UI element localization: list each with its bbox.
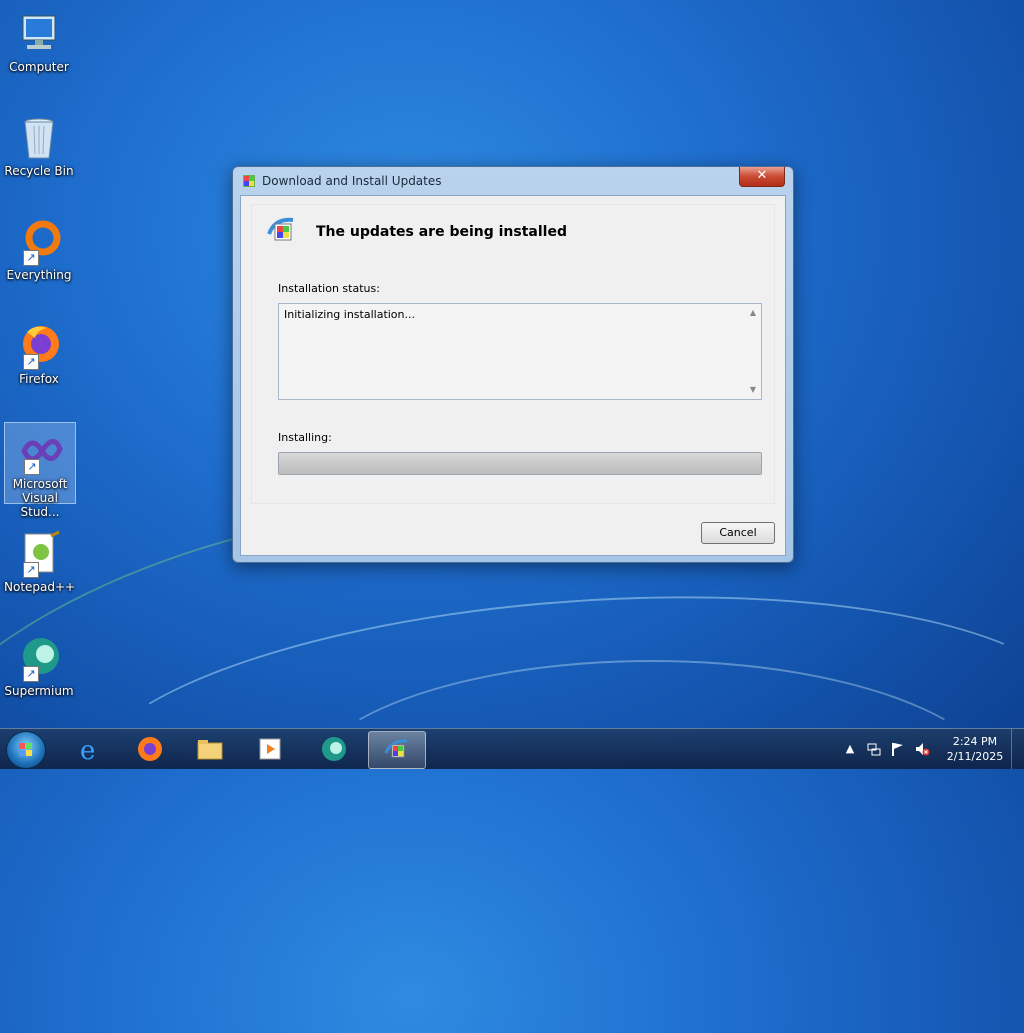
taskbar-clock[interactable]: 2:24 PM 2/11/2025	[940, 734, 1010, 764]
install-progress-bar	[278, 452, 762, 475]
show-desktop-button[interactable]	[1011, 729, 1024, 769]
desktop-icon-label: Computer	[9, 60, 69, 74]
firefox-icon: ↗	[15, 322, 63, 370]
desktop-icon-recycle-bin[interactable]: Recycle Bin	[4, 110, 74, 179]
computer-icon	[15, 10, 63, 58]
desktop-icon-label: Recycle Bin	[4, 164, 74, 178]
desktop-icon-computer[interactable]: Computer	[4, 6, 74, 75]
notepad-plus-plus-icon: ↗	[15, 530, 63, 578]
installation-status-label: Installation status:	[278, 282, 380, 295]
installation-status-text: Initializing installation...	[284, 308, 416, 321]
installation-status-box[interactable]: Initializing installation... ▲ ▼	[278, 303, 762, 400]
desktop-icon-label: Firefox	[19, 372, 59, 386]
desktop-icon-label: Everything	[6, 268, 72, 282]
taskbar-file-explorer[interactable]	[182, 731, 238, 767]
desktop-icon-label: Notepad++	[4, 580, 76, 594]
firefox-icon	[136, 735, 164, 763]
cancel-button[interactable]: Cancel	[701, 522, 775, 544]
windows-update-icon	[241, 173, 257, 189]
shortcut-arrow-icon: ↗	[23, 666, 39, 682]
dialog-heading: The updates are being installed	[316, 224, 567, 240]
visual-studio-icon: ↗	[16, 427, 64, 475]
dialog-title: Download and Install Updates	[262, 174, 442, 188]
svg-text:e: e	[80, 736, 95, 763]
scroll-down-icon[interactable]: ▼	[745, 383, 761, 397]
everything-icon: ↗	[15, 218, 63, 266]
clock-time: 2:24 PM	[952, 735, 998, 748]
desktop-icon-label: Supermium	[4, 684, 74, 698]
supermium-icon	[320, 735, 348, 763]
shortcut-arrow-icon: ↗	[24, 459, 40, 475]
action-center-flag-icon[interactable]	[890, 741, 906, 757]
shortcut-arrow-icon: ↗	[23, 250, 39, 266]
media-player-icon	[256, 735, 284, 763]
windows-logo-icon	[19, 743, 33, 757]
install-progress-fill	[279, 453, 761, 474]
windows-update-large-icon	[265, 214, 299, 248]
wallpaper-swoosh	[300, 660, 1004, 924]
start-button[interactable]	[6, 731, 46, 769]
installing-label: Installing:	[278, 431, 332, 444]
desktop-icon-supermium[interactable]: ↗ Supermium	[4, 630, 74, 699]
desktop-icon-visual-studio[interactable]: ↗ Microsoft Visual Stud...	[4, 422, 76, 519]
close-button[interactable]: ✕	[739, 167, 785, 187]
taskbar-firefox[interactable]	[122, 731, 178, 767]
shortcut-arrow-icon: ↗	[23, 562, 39, 578]
volume-muted-icon[interactable]	[914, 741, 930, 757]
update-dialog: Download and Install Updates ✕ The updat…	[232, 166, 794, 563]
recycle-bin-icon	[15, 114, 63, 162]
desktop-icon-notepad-plus-plus[interactable]: ↗ Notepad++	[4, 526, 76, 595]
dialog-client-area: The updates are being installed Installa…	[240, 195, 786, 556]
windows-update-icon	[383, 736, 411, 764]
show-hidden-icons-chevron-icon[interactable]: ▲	[842, 741, 858, 757]
file-explorer-icon	[196, 735, 224, 763]
status-scrollbar[interactable]: ▲ ▼	[745, 304, 761, 399]
taskbar: e ▲ 2:24 PM 2/11/2025	[0, 728, 1024, 769]
desktop-icon-everything[interactable]: ↗ Everything	[4, 214, 74, 283]
shortcut-arrow-icon: ↗	[23, 354, 39, 370]
supermium-icon: ↗	[15, 634, 63, 682]
taskbar-media-player[interactable]	[242, 731, 298, 767]
taskbar-windows-update[interactable]	[368, 731, 426, 769]
dialog-titlebar[interactable]: Download and Install Updates ✕	[233, 167, 793, 195]
taskbar-supermium[interactable]	[306, 731, 362, 767]
desktop-icon-firefox[interactable]: ↗ Firefox	[4, 318, 74, 387]
scroll-up-icon[interactable]: ▲	[745, 306, 761, 320]
taskbar-internet-explorer[interactable]: e	[62, 731, 118, 767]
network-icon[interactable]	[866, 741, 882, 757]
clock-date: 2/11/2025	[946, 750, 1004, 763]
desktop-icon-label: Microsoft Visual Stud...	[12, 477, 68, 519]
internet-explorer-icon: e	[76, 735, 104, 766]
